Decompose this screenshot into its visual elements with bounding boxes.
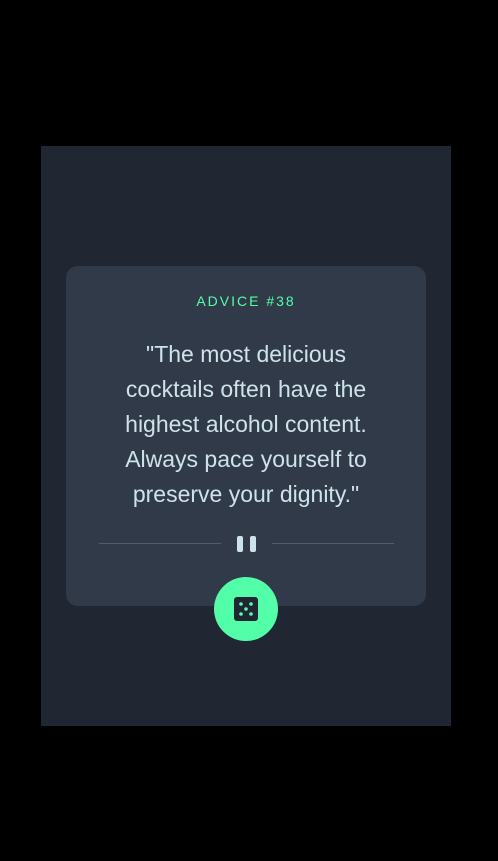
app-frame: ADVICE #38 "The most delicious cocktails… [41,146,451,726]
divider-line-left [99,543,221,544]
advice-card: ADVICE #38 "The most delicious cocktails… [66,266,426,606]
divider-line-right [272,543,394,544]
divider [99,531,394,552]
new-advice-button[interactable] [214,577,278,641]
pause-icon [236,536,258,552]
advice-id: ADVICE #38 [196,293,296,309]
dice-icon [234,597,258,621]
advice-quote: "The most delicious cocktails often have… [125,341,367,507]
